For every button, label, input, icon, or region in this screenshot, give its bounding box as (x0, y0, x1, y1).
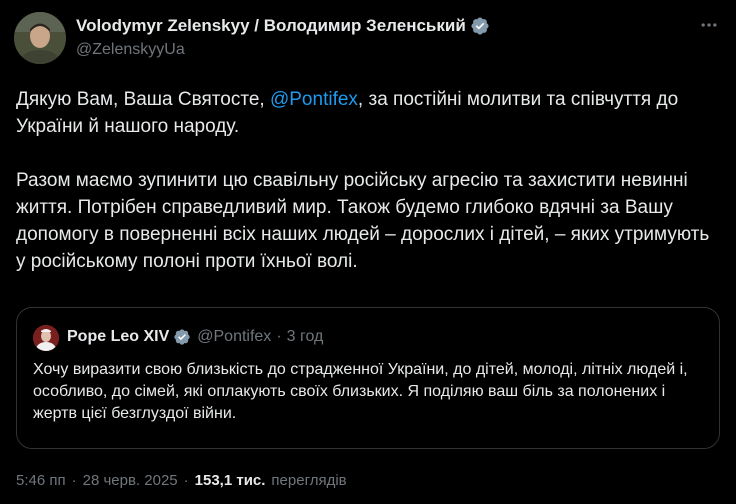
author-handle[interactable]: @ZelenskyyUa (76, 41, 185, 59)
quote-author-handle[interactable]: @Pontifex (197, 328, 271, 346)
tweet-p1-text: Дякую Вам, Ваша Святосте, (16, 89, 270, 110)
mention-link[interactable]: @Pontifex (270, 89, 358, 110)
author-name-row: Volodymyr Zelenskyy / Володимир Зеленськ… (76, 16, 490, 36)
quoted-tweet-card[interactable]: Pope Leo XIV @Pontifex · 3 год Хочу вира… (16, 307, 720, 449)
quote-header: Pope Leo XIV @Pontifex · 3 год (67, 328, 323, 346)
avatar-photo-icon (14, 12, 66, 64)
quote-text: Хочу виразити свою близькість до страдже… (33, 361, 688, 422)
author-display-name[interactable]: Volodymyr Zelenskyy / Володимир Зеленськ… (76, 16, 466, 36)
views-label: переглядів (271, 472, 347, 489)
verified-badge-icon[interactable] (173, 328, 191, 346)
tweet-paragraph-1: Дякую Вам, Ваша Святосте, @Pontifex, за … (16, 86, 720, 140)
post-time[interactable]: 5:46 пп (16, 472, 66, 489)
tweet-meta: 5:46 пп · 28 черв. 2025 · 153,1 тис. пер… (16, 472, 347, 489)
tweet-text: Дякую Вам, Ваша Святосте, @Pontifex, за … (16, 86, 720, 275)
quote-author-avatar[interactable] (33, 325, 59, 351)
views-count: 153,1 тис. (194, 472, 266, 489)
more-dots-icon (701, 23, 717, 27)
verified-badge-icon[interactable] (470, 16, 490, 36)
meta-separator: · (71, 472, 77, 489)
tweet-detail: Volodymyr Zelenskyy / Володимир Зеленськ… (0, 0, 736, 504)
quote-timestamp[interactable]: 3 год (287, 328, 324, 346)
tweet-paragraph-2: Разом маємо зупинити цю свавільну російс… (16, 170, 710, 272)
author-avatar[interactable] (14, 12, 66, 64)
post-date[interactable]: 28 черв. 2025 (83, 472, 178, 489)
pope-avatar-icon (33, 325, 59, 351)
meta-separator: · (183, 472, 189, 489)
quote-separator: · (276, 328, 282, 345)
more-options-button[interactable] (698, 14, 720, 36)
quote-author-name[interactable]: Pope Leo XIV (67, 328, 169, 346)
